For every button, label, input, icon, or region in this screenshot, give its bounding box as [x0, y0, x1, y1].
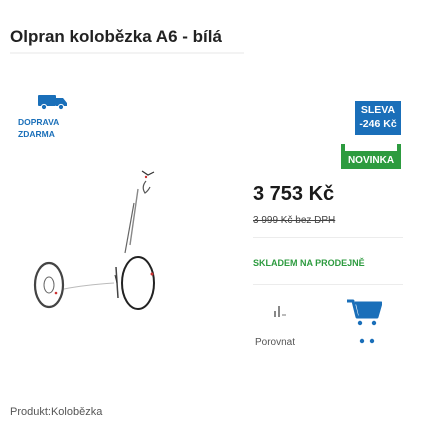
divider — [253, 237, 403, 238]
cart-icon[interactable] — [346, 298, 382, 326]
divider — [253, 284, 403, 285]
price: 3 753 Kč — [253, 183, 335, 205]
sale-badge: SLEVA -246 Kč — [355, 101, 401, 135]
carousel-dots — [359, 338, 375, 344]
old-price: 3 999 Kč bez DPH — [253, 215, 336, 226]
free-shipping-label: DOPRAVA ZDARMA — [18, 117, 60, 139]
product-title: Olpran kolobězka A6 - bílá — [10, 27, 222, 46]
title-divider — [10, 52, 244, 54]
new-badge-notch — [345, 144, 397, 151]
truck-icon — [38, 95, 67, 110]
bar-chart-icon[interactable] — [272, 302, 288, 318]
stock-status: SKLADEM NA PRODEJNĚ — [253, 258, 365, 268]
breadcrumb[interactable]: Produkt:Kolobězka — [10, 406, 102, 418]
product-image[interactable] — [22, 167, 217, 312]
compare-link[interactable]: Porovnat — [255, 337, 295, 348]
